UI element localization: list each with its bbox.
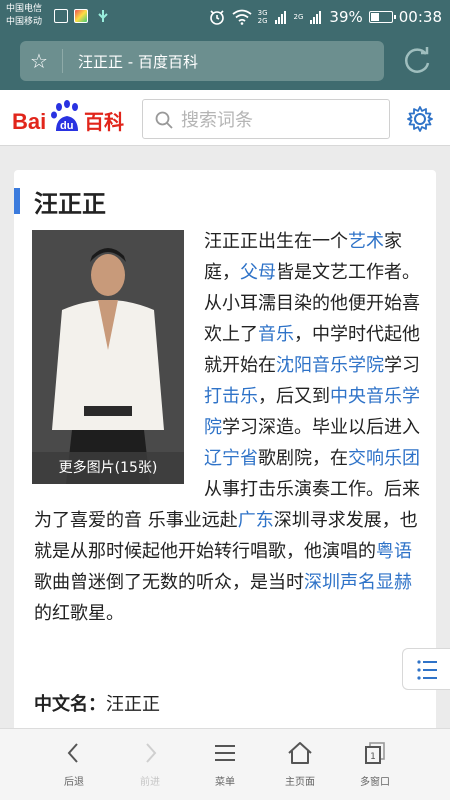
field-label: 中文名： xyxy=(34,694,106,715)
carrier-info: 中国电信 中国移动 xyxy=(6,3,42,29)
search-input[interactable] xyxy=(181,108,381,132)
windows-label: 多窗口 xyxy=(360,777,390,788)
baike-header: Bai du 百科 xyxy=(0,90,450,146)
battery-percent: 39% xyxy=(329,8,363,26)
list-icon xyxy=(417,660,437,680)
article-text: 的红歌星。 xyxy=(34,603,124,624)
page-title-in-address-bar[interactable]: 汪正正 - 百度百科 xyxy=(78,51,198,72)
multi-window-icon: 1 xyxy=(365,742,385,764)
reload-icon[interactable] xyxy=(400,44,434,78)
signal-icon-1 xyxy=(274,11,286,24)
field-value: 汪正正 xyxy=(106,694,160,715)
forward-label: 前进 xyxy=(140,777,160,788)
menu-label: 菜单 xyxy=(215,777,235,788)
title-accent-bar xyxy=(14,188,20,214)
article-link[interactable]: 粤语 xyxy=(376,541,412,562)
usb-icon xyxy=(98,10,108,22)
baidu-baike-logo[interactable]: Bai du 百科 xyxy=(12,98,132,138)
wifi-icon xyxy=(232,9,252,25)
article-link[interactable]: 沈阳音乐学院 xyxy=(276,355,384,376)
bookmark-star-icon[interactable]: ☆ xyxy=(30,48,48,74)
article-link[interactable]: 打击乐 xyxy=(204,386,258,407)
article-text: 汪正正出生在一个 xyxy=(204,231,348,252)
windows-button[interactable]: 1 多窗口 xyxy=(337,741,413,797)
battery-icon xyxy=(368,11,396,23)
article-text: 歌剧院，在 xyxy=(258,448,348,469)
browser-toolbar: ☆ 汪正正 - 百度百科 xyxy=(0,34,450,90)
hamburger-menu-icon xyxy=(215,745,235,761)
page-title: 汪正正 xyxy=(34,190,106,218)
address-bar[interactable]: ☆ 汪正正 - 百度百科 xyxy=(20,41,384,81)
article-link[interactable]: 深圳声名显赫 xyxy=(304,572,412,593)
info-field-chinese-name: 中文名：汪正正 xyxy=(34,690,160,716)
clock: 00:38 xyxy=(398,8,442,26)
more-photos-caption[interactable]: 更多图片(15张) xyxy=(32,452,184,484)
article-link[interactable]: 音乐 xyxy=(258,324,294,345)
article-text: ，后又到 xyxy=(258,386,330,407)
article-text: 歌曲曾迷倒了无数的听众，是当时 xyxy=(34,572,304,593)
search-box[interactable] xyxy=(142,99,390,139)
chevron-left-icon xyxy=(67,743,78,763)
search-icon xyxy=(155,111,173,129)
article-card: 汪正正 汪正正出生在一个艺术家庭，父母皆是文艺工作者。从小耳濡目染的他便开始喜欢… xyxy=(14,170,436,730)
menu-button[interactable]: 菜单 xyxy=(187,741,263,797)
home-button[interactable]: 主页面 xyxy=(262,741,338,797)
article-text: 学习 xyxy=(384,355,420,376)
person-image xyxy=(32,230,184,484)
article-link[interactable]: 辽宁省 xyxy=(204,448,258,469)
status-bar: 中国电信 中国移动 3G 2G 2G 39% 00:38 xyxy=(0,0,450,34)
article-link[interactable]: 交响乐团 xyxy=(348,448,420,469)
forward-button[interactable]: 前进 xyxy=(112,741,188,797)
svg-text:Bai: Bai xyxy=(12,109,46,134)
svg-text:du: du xyxy=(60,120,73,132)
back-button[interactable]: 后退 xyxy=(36,741,112,797)
person-photo[interactable]: 更多图片(15张) xyxy=(32,230,184,484)
article-link[interactable]: 父母 xyxy=(240,262,276,283)
gallery-notification-icon xyxy=(54,9,68,23)
article-link[interactable]: 广东 xyxy=(238,510,274,531)
home-label: 主页面 xyxy=(285,777,315,788)
network-type-1: 3G 2G xyxy=(258,9,268,25)
table-of-contents-button[interactable] xyxy=(402,648,450,690)
article-link[interactable]: 艺术 xyxy=(348,231,384,252)
settings-gear-icon[interactable] xyxy=(406,105,434,133)
signal-icon-2 xyxy=(310,11,322,24)
article-text: 学习深造。毕业以后进入 xyxy=(222,417,420,438)
status-right: 3G 2G 2G 39% 00:38 xyxy=(208,6,442,28)
network-label: 3G xyxy=(257,9,268,17)
chevron-right-icon xyxy=(146,743,157,763)
carrier-2: 中国移动 xyxy=(6,17,43,27)
app-notification-icon xyxy=(74,9,88,23)
alarm-icon xyxy=(209,10,224,25)
browser-bottom-nav: 后退 前进 菜单 主页面 1 多窗口 xyxy=(0,728,450,800)
address-divider xyxy=(62,49,63,73)
network-type-2: 2G xyxy=(293,13,304,21)
back-label: 后退 xyxy=(64,777,84,788)
window-count: 1 xyxy=(370,752,376,762)
svg-text:百科: 百科 xyxy=(84,110,124,134)
home-icon xyxy=(288,742,312,764)
network-label: 2G xyxy=(257,17,268,25)
carrier-1: 中国电信 xyxy=(6,4,43,14)
